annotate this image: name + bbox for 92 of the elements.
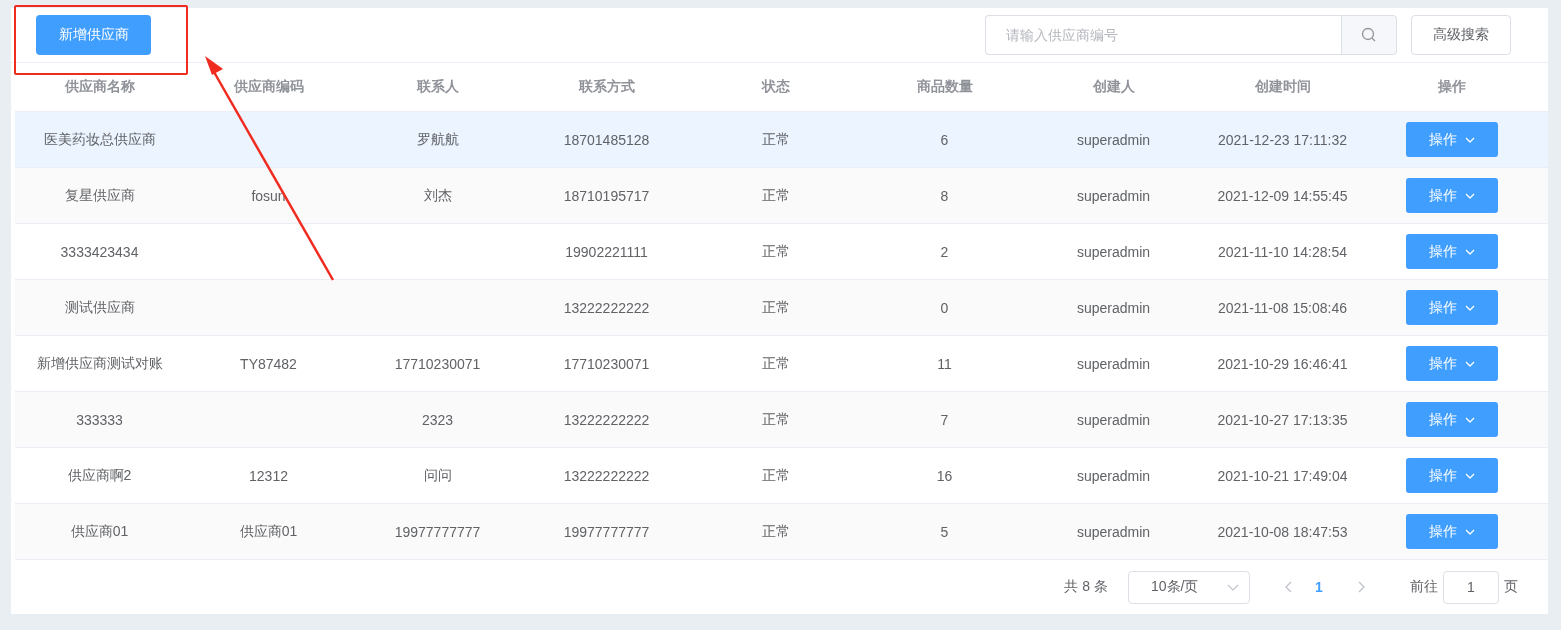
column-header: 供应商编码 bbox=[232, 77, 305, 96]
table-cell: 19977777777 bbox=[394, 523, 481, 540]
table-cell: 问问 bbox=[423, 466, 452, 485]
page-size-select[interactable]: 10条/页 bbox=[1128, 570, 1250, 604]
table-cell: TY87482 bbox=[240, 355, 297, 372]
table-cell: 2 bbox=[940, 243, 949, 260]
table-cell: superadmin bbox=[1076, 411, 1151, 428]
column-header: 创建人 bbox=[1091, 77, 1136, 96]
table-cell: 2021-10-29 16:46:41 bbox=[1217, 355, 1348, 372]
table-cell: 0 bbox=[940, 299, 949, 316]
search-icon bbox=[1361, 27, 1377, 43]
table-cell: 新增供应商测试对账 bbox=[36, 354, 163, 373]
table-cell: 供应商01 bbox=[239, 522, 298, 541]
table-cell: 复星供应商 bbox=[64, 186, 135, 205]
table-cell: 11 bbox=[937, 355, 952, 372]
chevron-down-icon bbox=[1464, 360, 1475, 367]
table-cell: 正常 bbox=[761, 130, 790, 149]
table-cell: 6 bbox=[940, 131, 949, 148]
page-suffix: 页 bbox=[1504, 578, 1518, 596]
chevron-down-icon bbox=[1464, 136, 1475, 143]
table-cell: 正常 bbox=[761, 410, 790, 429]
table-cell: 罗航航 bbox=[416, 130, 459, 149]
table-row[interactable]: 复星供应商 fosun 刘杰 18710195717 正常 8 superadmin 2021-12-09 14:55:45 操作 bbox=[15, 168, 1548, 224]
table-cell: 13222222222 bbox=[563, 299, 650, 316]
chevron-down-icon bbox=[1464, 304, 1475, 311]
table-cell: 13222222222 bbox=[563, 467, 650, 484]
table-cell: superadmin bbox=[1076, 523, 1151, 540]
table-cell: superadmin bbox=[1076, 187, 1151, 204]
page-input[interactable]: 1 bbox=[1443, 570, 1499, 604]
table-cell: superadmin bbox=[1076, 243, 1151, 260]
chevron-down-icon bbox=[1227, 583, 1239, 591]
column-header: 联系方式 bbox=[577, 77, 636, 96]
table-row[interactable]: 供应商01 供应商01 19977777777 19977777777 正常 5 superadmin 2021-10-08 18:47:53 操作 bbox=[15, 504, 1548, 560]
table-cell: 医美药妆总供应商 bbox=[43, 130, 156, 149]
table-cell: 18710195717 bbox=[563, 187, 650, 204]
chevron-down-icon bbox=[1464, 528, 1475, 535]
table-cell: 333333 bbox=[76, 411, 123, 428]
goto-label: 前往 bbox=[1410, 578, 1438, 596]
table-cell: 正常 bbox=[761, 242, 790, 261]
chevron-down-icon bbox=[1464, 416, 1475, 423]
table-cell: 18701485128 bbox=[563, 131, 650, 148]
next-page-icon[interactable] bbox=[1358, 581, 1366, 593]
table-cell: 2021-12-09 14:55:45 bbox=[1217, 187, 1348, 204]
table-cell: superadmin bbox=[1076, 299, 1151, 316]
table-cell: 2021-11-10 14:28:54 bbox=[1218, 243, 1347, 260]
table-cell: 供应商啊2 bbox=[67, 466, 132, 485]
table-cell: 17710230071 bbox=[563, 355, 650, 372]
chevron-down-icon bbox=[1464, 472, 1475, 479]
table-row[interactable]: 医美药妆总供应商 罗航航 18701485128 正常 6 superadmin 2021-12-23 17:11:32 操作 bbox=[15, 112, 1548, 168]
table-cell: 测试供应商 bbox=[64, 298, 135, 317]
table-cell: superadmin bbox=[1076, 355, 1151, 372]
table-cell: 2021-10-08 18:47:53 bbox=[1217, 523, 1348, 540]
table-cell: 12312 bbox=[249, 467, 288, 484]
table-cell: 2021-12-23 17:11:32 bbox=[1218, 131, 1347, 148]
column-header: 操作 bbox=[1436, 77, 1467, 96]
table-cell: 17710230071 bbox=[394, 355, 481, 372]
table-cell: 正常 bbox=[761, 466, 790, 485]
table-cell: fosun bbox=[251, 187, 286, 204]
table-cell: 正常 bbox=[761, 186, 790, 205]
table-cell: 供应商01 bbox=[70, 522, 129, 541]
table-cell: 8 bbox=[940, 187, 949, 204]
table-cell: 2323 bbox=[421, 411, 454, 428]
table-cell: 正常 bbox=[761, 354, 790, 373]
search-button[interactable] bbox=[1341, 15, 1397, 55]
table-cell: 2021-10-27 17:13:35 bbox=[1217, 411, 1348, 428]
chevron-down-icon bbox=[1464, 192, 1475, 199]
table-cell: 7 bbox=[940, 411, 949, 428]
table-cell: superadmin bbox=[1076, 131, 1151, 148]
chevron-down-icon bbox=[1464, 248, 1475, 255]
column-header: 商品数量 bbox=[915, 77, 974, 96]
column-header: 状态 bbox=[760, 77, 791, 96]
table-cell: 2021-10-21 17:49:04 bbox=[1217, 467, 1348, 484]
table-cell: superadmin bbox=[1076, 467, 1151, 484]
table-cell: 2021-11-08 15:08:46 bbox=[1218, 299, 1347, 316]
table-cell: 19902221111 bbox=[565, 243, 648, 260]
column-header: 联系人 bbox=[415, 77, 460, 96]
total-count: 共 8 条 bbox=[1064, 578, 1108, 596]
table-cell: 正常 bbox=[761, 522, 790, 541]
table-cell: 19977777777 bbox=[563, 523, 650, 540]
table-row[interactable]: 333333 2323 13222222222 正常 7 superadmin 2021-10-27 17:13:35 操作 bbox=[15, 392, 1548, 448]
column-header: 创建时间 bbox=[1253, 77, 1312, 96]
table-cell: 13222222222 bbox=[563, 411, 650, 428]
table-cell: 正常 bbox=[761, 298, 790, 317]
table-row[interactable]: 测试供应商 13222222222 正常 0 superadmin 2021-11-08 15:08:46 操作 bbox=[15, 280, 1548, 336]
column-header: 供应商名称 bbox=[63, 77, 136, 96]
previous-page-icon[interactable] bbox=[1284, 581, 1292, 593]
table-cell: 3333423434 bbox=[60, 243, 139, 260]
table-cell: 刘杰 bbox=[423, 186, 452, 205]
search-field[interactable]: 请输入供应商编号 bbox=[985, 15, 1341, 55]
advanced-search-button[interactable]: 高级搜索 bbox=[1411, 15, 1511, 55]
table-cell: 5 bbox=[940, 523, 949, 540]
table-cell: 16 bbox=[936, 467, 953, 484]
